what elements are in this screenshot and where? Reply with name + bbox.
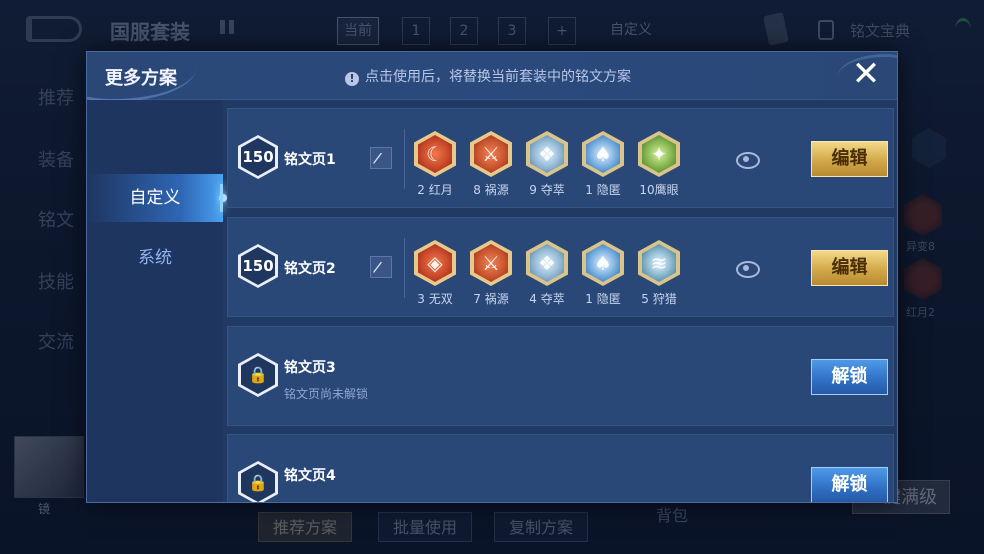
rune-label: 8 祸源 xyxy=(473,183,509,197)
more-plans-modal: 更多方案 ! 点击使用后，将替换当前套装中的铭文方案 ✕ 自定义 系统 150 铭… xyxy=(86,51,898,503)
rune-slot: ❖ 4 夺萃 xyxy=(522,240,572,307)
notice-text: ! 点击使用后，将替换当前套装中的铭文方案 xyxy=(345,66,631,86)
rune-page-name: 铭文页2 xyxy=(284,261,336,277)
knot-icon: ❖ xyxy=(526,240,568,286)
tab-label: 自定义 xyxy=(129,188,181,208)
tab-custom-plans[interactable]: 自定义 xyxy=(87,174,227,222)
rune-page-name: 铭文页1 xyxy=(284,152,336,168)
rune-label: 3 无双 xyxy=(417,292,453,306)
tab-system-plans[interactable]: 系统 xyxy=(87,234,223,282)
lock-icon: 🔒 xyxy=(248,473,268,492)
rune-slot: ≋ 5 狩猎 xyxy=(634,240,684,307)
rune-slot: ❖ 9 夺萃 xyxy=(522,131,572,198)
rune-slot: ⚔ 8 祸源 xyxy=(466,131,516,198)
rune-level: 150 xyxy=(242,148,274,166)
unlock-button[interactable]: 解锁 xyxy=(811,359,888,395)
rune-slot: ◈ 3 无双 xyxy=(410,240,460,307)
star-icon: ✦ xyxy=(638,131,680,177)
edit-button[interactable]: 编辑 xyxy=(811,141,888,177)
rune-slot: ☾ 2 红月 xyxy=(410,131,460,198)
flame-icon: ♠ xyxy=(582,240,624,286)
rune-page-row: 150 铭文页2 / ◈ 3 无双 ⚔ 7 祸源 ❖ 4 夺萃 ♠ 1 隐匿 ≋… xyxy=(227,217,894,317)
rune-label: 5 狩猎 xyxy=(641,292,677,306)
rune-page-name: 铭文页4 xyxy=(284,468,336,484)
crescent-icon: ☾ xyxy=(414,131,456,177)
plan-category-sidebar: 自定义 系统 xyxy=(87,100,227,502)
rune-slot: ♠ 1 隐匿 xyxy=(578,240,628,307)
rune-page-row: 150 铭文页1 / ☾ 2 红月 ⚔ 8 祸源 ❖ 9 夺萃 ♠ 1 隐匿 ✦… xyxy=(227,108,894,208)
unlock-button[interactable]: 解锁 xyxy=(811,467,888,502)
pen-icon: / xyxy=(372,148,383,168)
rune-label: 10鹰眼 xyxy=(639,183,679,197)
flame-icon: ♠ xyxy=(582,131,624,177)
rune-label: 4 夺萃 xyxy=(529,292,565,306)
lock-icon: 🔒 xyxy=(248,365,268,384)
feather-icon: ⚔ xyxy=(470,240,512,286)
rename-button[interactable]: / xyxy=(370,147,392,169)
rune-label: 9 夺萃 xyxy=(529,183,565,197)
edit-button[interactable]: 编辑 xyxy=(811,250,888,286)
eye-icon: ◈ xyxy=(414,240,456,286)
rune-level: 150 xyxy=(242,257,274,275)
info-icon: ! xyxy=(345,72,359,86)
rune-slot: ✦ 10鹰眼 xyxy=(634,131,684,198)
pen-icon: / xyxy=(372,257,383,277)
rune-label: 2 红月 xyxy=(417,183,453,197)
rune-page-row-locked: 🔒 铭文页4 解锁 xyxy=(227,434,894,502)
close-button[interactable]: ✕ xyxy=(849,57,883,92)
rune-page-name: 铭文页3 xyxy=(284,360,336,376)
notice-label: 点击使用后，将替换当前套装中的铭文方案 xyxy=(365,69,631,85)
modal-title: 更多方案 xyxy=(105,68,177,89)
rune-slot: ♠ 1 隐匿 xyxy=(578,131,628,198)
locked-status: 铭文页尚未解锁 xyxy=(284,387,369,401)
divider xyxy=(404,238,405,298)
wind-icon: ≋ xyxy=(638,240,680,286)
active-indicator-icon xyxy=(219,194,227,202)
rune-slot: ⚔ 7 祸源 xyxy=(466,240,516,307)
modal-header: 更多方案 ! 点击使用后，将替换当前套装中的铭文方案 ✕ xyxy=(87,52,897,102)
rune-page-row-locked: 🔒 铭文页3 铭文页尚未解锁 解锁 xyxy=(227,326,894,426)
rename-button[interactable]: / xyxy=(370,256,392,278)
preview-eye-icon[interactable] xyxy=(735,258,760,278)
rune-label: 1 隐匿 xyxy=(585,292,621,306)
feather-icon: ⚔ xyxy=(470,131,512,177)
divider xyxy=(404,129,405,189)
rune-label: 1 隐匿 xyxy=(585,183,621,197)
knot-icon: ❖ xyxy=(526,131,568,177)
preview-eye-icon[interactable] xyxy=(735,149,760,169)
rune-label: 7 祸源 xyxy=(473,292,509,306)
